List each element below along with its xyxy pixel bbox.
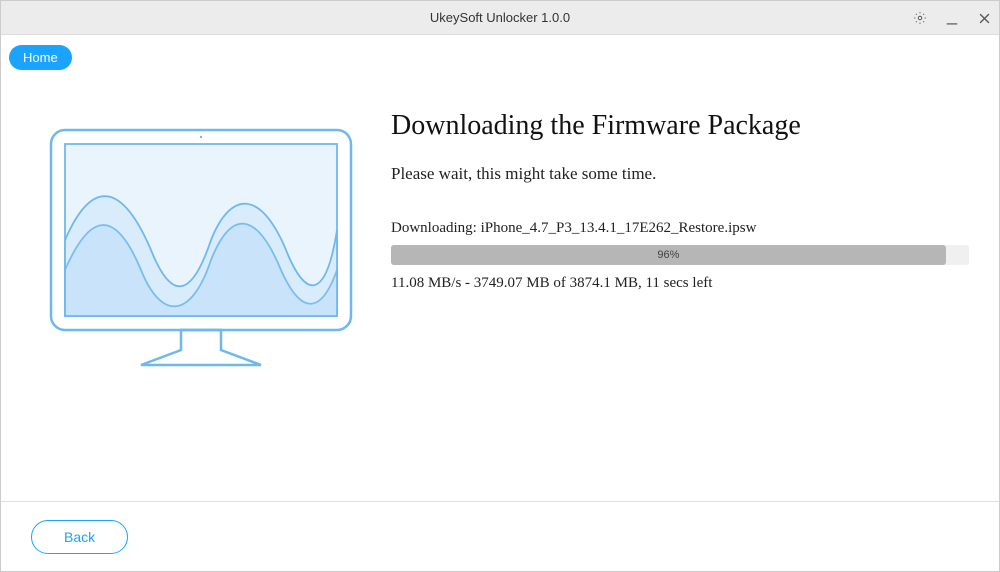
- progress-percent-label: 96%: [657, 249, 679, 261]
- monitor-icon: [41, 120, 361, 390]
- downloading-filename: iPhone_4.7_P3_13.4.1_17E262_Restore.ipsw: [481, 220, 757, 236]
- downloading-prefix: Downloading:: [391, 220, 481, 236]
- progress-fill: 96%: [391, 245, 946, 265]
- page-heading: Downloading the Firmware Package: [391, 110, 969, 142]
- back-button[interactable]: Back: [31, 520, 128, 554]
- tab-home[interactable]: Home: [9, 45, 72, 70]
- titlebar: UkeySoft Unlocker 1.0.0 _: [1, 1, 999, 35]
- progress-bar: 96%: [391, 245, 969, 265]
- window-controls: _: [911, 1, 993, 35]
- downloading-label: Downloading: iPhone_4.7_P3_13.4.1_17E262…: [391, 220, 969, 237]
- minimize-icon[interactable]: _: [943, 6, 961, 24]
- tab-row: Home: [1, 35, 999, 70]
- app-window: UkeySoft Unlocker 1.0.0 _ Home: [0, 0, 1000, 572]
- settings-icon[interactable]: [911, 9, 929, 27]
- info-panel: Downloading the Firmware Package Please …: [371, 110, 969, 491]
- page-subtext: Please wait, this might take some time.: [391, 164, 969, 184]
- close-icon[interactable]: [975, 9, 993, 27]
- window-title: UkeySoft Unlocker 1.0.0: [1, 10, 999, 25]
- content-area: Downloading the Firmware Package Please …: [1, 70, 999, 501]
- download-stats: 11.08 MB/s - 3749.07 MB of 3874.1 MB, 11…: [391, 275, 969, 292]
- footer: Back: [1, 501, 999, 571]
- illustration: [31, 110, 371, 491]
